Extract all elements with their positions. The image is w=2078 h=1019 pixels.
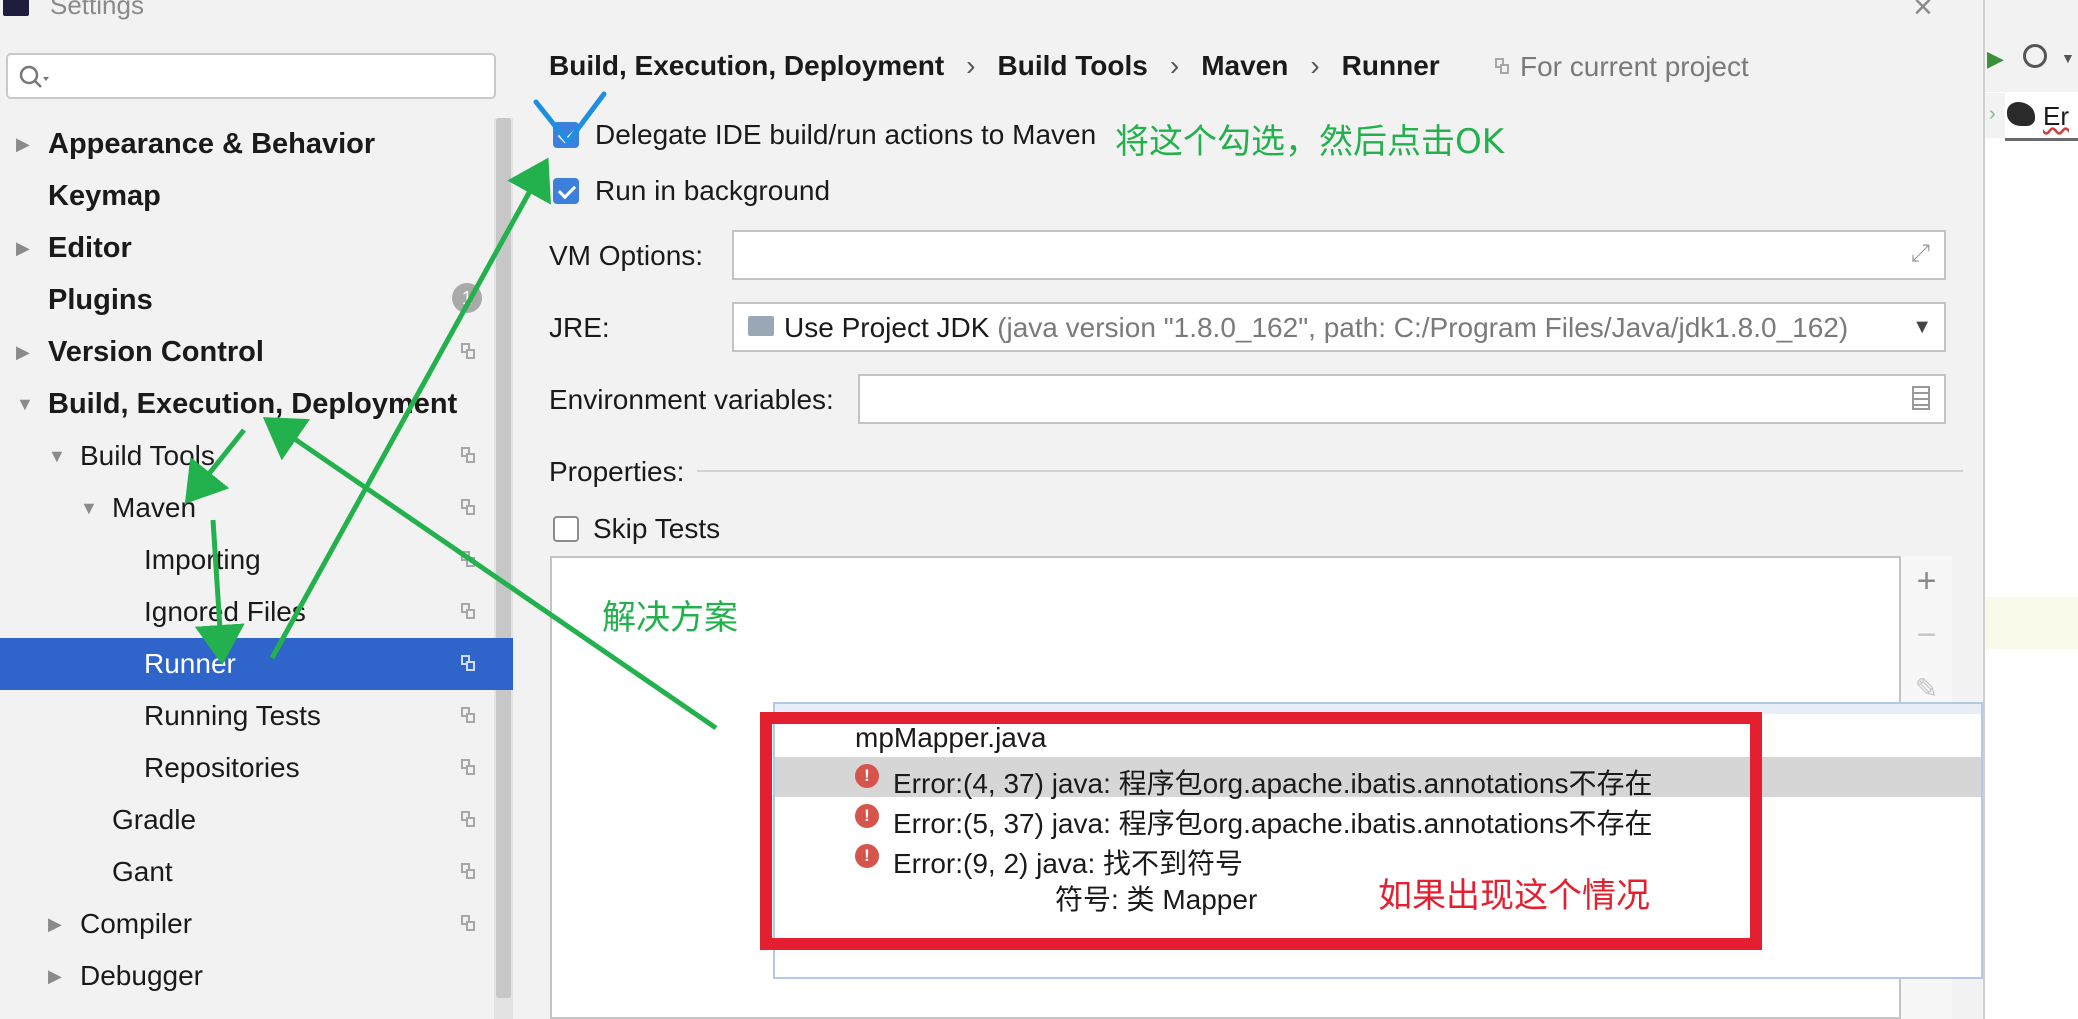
arrow-error-to-build-deploy [262, 417, 718, 731]
arrow-build-tools-to-runner [194, 519, 245, 665]
annotation-arrows-overlay [184, 91, 718, 731]
blue-tick-mark [533, 91, 607, 147]
arrow-build-deploy-to-build-tools [184, 428, 246, 504]
